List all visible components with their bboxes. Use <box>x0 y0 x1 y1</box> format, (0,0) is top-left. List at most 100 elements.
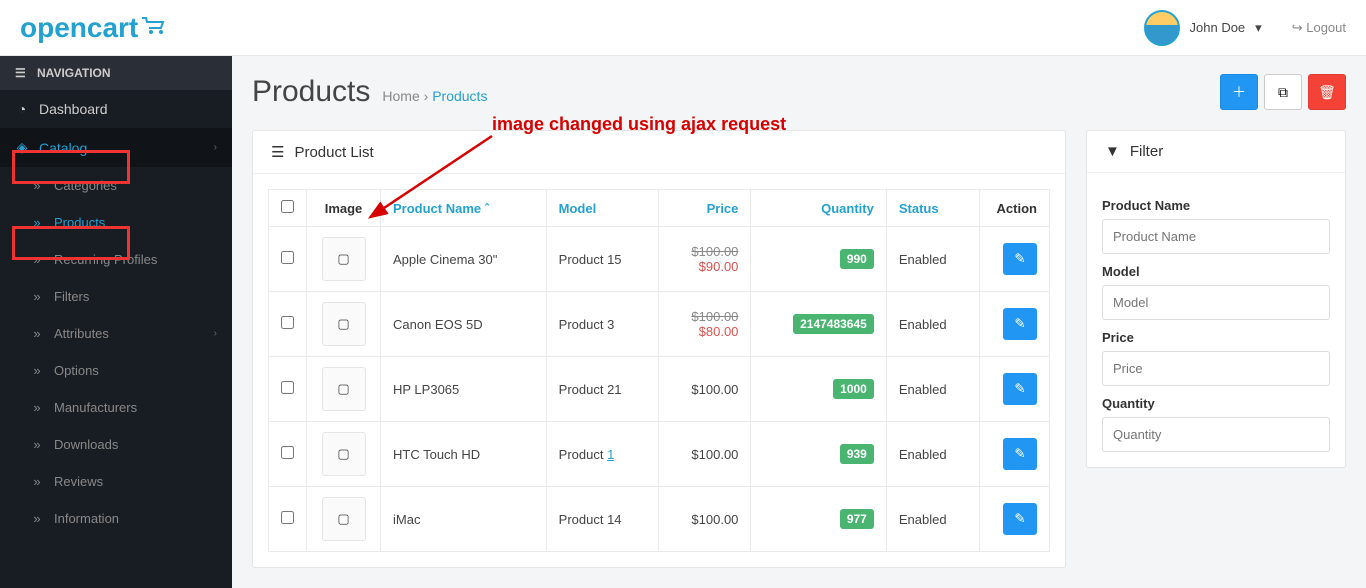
row-checkbox[interactable] <box>281 316 294 329</box>
list-icon: ☰ <box>271 143 284 161</box>
nav-downloads[interactable]: » Downloads <box>0 426 232 463</box>
col-name-sort[interactable]: Product Name ˆ <box>393 201 489 216</box>
col-action: Action <box>980 190 1050 227</box>
pencil-icon: ✎ <box>1014 511 1025 527</box>
chevron-icon: » <box>30 474 44 489</box>
model-link[interactable]: 1 <box>607 447 614 462</box>
price: $100.00 <box>691 447 738 462</box>
cart-icon <box>141 16 169 39</box>
chevron-icon: » <box>30 326 44 341</box>
col-model-sort[interactable]: Model <box>559 201 597 216</box>
qty-badge: 1000 <box>833 379 874 399</box>
chevron-icon: » <box>30 252 44 267</box>
nav-manufacturers-label: Manufacturers <box>54 400 137 415</box>
status: Enabled <box>899 252 947 267</box>
filter-price-input[interactable] <box>1102 351 1330 386</box>
edit-button[interactable]: ✎ <box>1003 308 1037 340</box>
tag-icon: ◈ <box>15 139 29 156</box>
sidebar: NAVIGATION ◔ Dashboard ◈ Catalog › » Cat… <box>0 56 232 588</box>
price: $100.00 <box>691 382 738 397</box>
breadcrumb: Home › Products <box>382 88 487 104</box>
user-menu[interactable]: John Doe ▾ <box>1134 10 1272 46</box>
col-status-sort[interactable]: Status <box>899 201 939 216</box>
logout-link[interactable]: ↪ Logout <box>1292 20 1346 36</box>
add-button[interactable]: ＋ <box>1220 74 1258 110</box>
nav-title: NAVIGATION <box>37 66 111 80</box>
chevron-icon: » <box>30 511 44 526</box>
edit-button[interactable]: ✎ <box>1003 373 1037 405</box>
logo-text: opencart <box>20 12 138 44</box>
filter-qty-input[interactable] <box>1102 417 1330 452</box>
top-header: opencart John Doe ▾ ↪ Logout <box>0 0 1366 56</box>
nav-filters[interactable]: » Filters <box>0 278 232 315</box>
price-old: $100.00 <box>671 244 738 259</box>
chevron-right-icon: › <box>214 142 217 153</box>
caret-down-icon: ▾ <box>1255 20 1262 36</box>
nav-reviews[interactable]: » Reviews <box>0 463 232 500</box>
logout-icon: ↪ <box>1292 20 1303 35</box>
select-all-checkbox[interactable] <box>281 200 294 213</box>
user-name: John Doe <box>1190 20 1246 35</box>
nav-filters-label: Filters <box>54 289 89 304</box>
edit-button[interactable]: ✎ <box>1003 243 1037 275</box>
nav-information[interactable]: » Information <box>0 500 232 537</box>
nav-categories[interactable]: » Categories <box>0 167 232 204</box>
price-new: $90.00 <box>671 259 738 274</box>
plus-icon: ＋ <box>1232 82 1246 102</box>
qty-badge: 939 <box>840 444 874 464</box>
filter-price-label: Price <box>1102 330 1330 345</box>
product-thumb: ▢ <box>322 497 366 541</box>
pencil-icon: ✎ <box>1014 251 1025 267</box>
model: Product 15 <box>559 252 622 267</box>
nav-header: NAVIGATION <box>0 56 232 90</box>
nav-products[interactable]: » Products <box>0 204 232 241</box>
filter-model-label: Model <box>1102 264 1330 279</box>
row-checkbox[interactable] <box>281 511 294 524</box>
status: Enabled <box>899 382 947 397</box>
edit-button[interactable]: ✎ <box>1003 503 1037 535</box>
product-thumb: ▢ <box>322 302 366 346</box>
nav-options-label: Options <box>54 363 99 378</box>
row-checkbox[interactable] <box>281 381 294 394</box>
header-right: John Doe ▾ ↪ Logout <box>1134 10 1346 46</box>
col-qty-sort[interactable]: Quantity <box>821 201 874 216</box>
nav-attributes[interactable]: » Attributes › <box>0 315 232 352</box>
product-thumb: ▢ <box>322 237 366 281</box>
table-row: ▢Canon EOS 5DProduct 3$100.00$80.0021474… <box>269 292 1050 357</box>
product-thumb: ▢ <box>322 367 366 411</box>
filter-name-label: Product Name <box>1102 198 1330 213</box>
hamburger-icon <box>15 66 29 80</box>
nav-list: ◔ Dashboard ◈ Catalog › » Categories » P… <box>0 90 232 537</box>
row-checkbox[interactable] <box>281 251 294 264</box>
row-checkbox[interactable] <box>281 446 294 459</box>
model: Product 14 <box>559 512 622 527</box>
nav-manufacturers[interactable]: » Manufacturers <box>0 389 232 426</box>
price-new: $80.00 <box>671 324 738 339</box>
nav-recurring-label: Recurring Profiles <box>54 252 157 267</box>
nav-options[interactable]: » Options <box>0 352 232 389</box>
edit-button[interactable]: ✎ <box>1003 438 1037 470</box>
filter-model-input[interactable] <box>1102 285 1330 320</box>
logo[interactable]: opencart <box>20 12 169 44</box>
nav-categories-label: Categories <box>54 178 117 193</box>
breadcrumb-home[interactable]: Home <box>382 88 419 104</box>
chevron-icon: » <box>30 400 44 415</box>
col-price-sort[interactable]: Price <box>707 201 739 216</box>
status: Enabled <box>899 512 947 527</box>
filter-panel: ▼ Filter Product Name Model Price Quanti… <box>1086 130 1346 468</box>
delete-button[interactable]: 🗑 <box>1308 74 1346 110</box>
product-name: HTC Touch HD <box>393 447 480 462</box>
filter-name-input[interactable] <box>1102 219 1330 254</box>
qty-badge: 990 <box>840 249 874 269</box>
chevron-icon: » <box>30 215 44 230</box>
breadcrumb-current[interactable]: Products <box>432 88 487 104</box>
qty-badge: 2147483645 <box>793 314 874 334</box>
nav-catalog[interactable]: ◈ Catalog › <box>0 128 232 167</box>
nav-recurring[interactable]: » Recurring Profiles <box>0 241 232 278</box>
copy-button[interactable]: ⧉ <box>1264 74 1302 110</box>
chevron-icon: » <box>30 437 44 452</box>
table-row: ▢HP LP3065Product 21$100.001000Enabled✎ <box>269 357 1050 422</box>
nav-dashboard[interactable]: ◔ Dashboard <box>0 90 232 128</box>
status: Enabled <box>899 447 947 462</box>
product-thumb: ▢ <box>322 432 366 476</box>
